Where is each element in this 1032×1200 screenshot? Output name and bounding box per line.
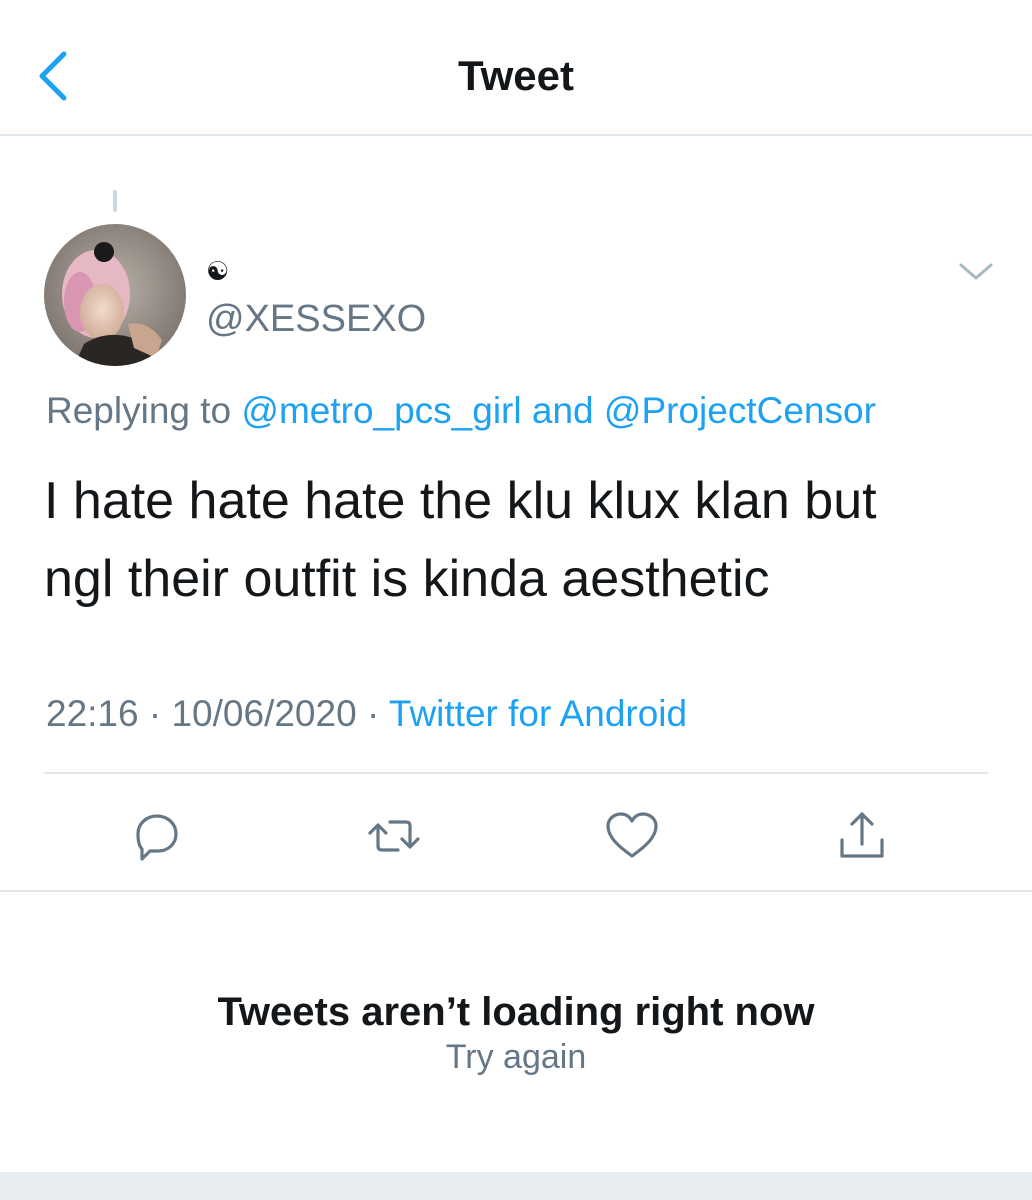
user-handle[interactable]: @XESSEXO — [206, 296, 426, 342]
tweet-source-link[interactable]: Twitter for Android — [389, 693, 687, 734]
like-button[interactable] — [602, 806, 662, 866]
replying-to-label: Replying to — [46, 390, 232, 431]
tweet-options-button[interactable] — [956, 258, 996, 286]
try-again-row: Try again — [0, 1036, 1032, 1078]
page-title: Tweet — [458, 52, 574, 99]
tweet-text-line: I hate hate hate the klu klux klan but — [44, 472, 877, 530]
navigation-header: Tweet — [0, 0, 1032, 136]
reply-button[interactable] — [126, 806, 186, 866]
tweet-text: I hate hate hate the klu klux klan but n… — [44, 462, 994, 618]
reply-icon — [136, 814, 178, 861]
retweet-button[interactable] — [364, 806, 424, 866]
thread-connector-line — [113, 190, 117, 212]
share-icon — [840, 812, 884, 858]
display-name[interactable]: ☯ — [206, 257, 236, 287]
heart-icon — [606, 812, 658, 858]
chevron-down-icon — [959, 263, 993, 280]
divider — [0, 890, 1032, 892]
meta-separator: · — [366, 693, 380, 734]
try-again-button[interactable]: Try again — [446, 1038, 586, 1076]
tweet-text-line: ngl their outfit is kinda aesthetic — [44, 550, 770, 608]
retweet-icon — [368, 820, 420, 852]
bottom-band — [0, 1172, 1032, 1200]
mention-link-metro-pcs-girl[interactable]: @metro_pcs_girl — [241, 390, 521, 431]
divider — [44, 772, 988, 774]
replying-to-line: Replying to @metro_pcs_girl and @Project… — [46, 388, 876, 434]
avatar[interactable] — [44, 224, 186, 366]
tweet-time: 22:16 — [46, 693, 139, 734]
replying-and-connector: and — [531, 390, 594, 431]
error-message: Tweets aren’t loading right now — [217, 990, 815, 1034]
avatar-photo — [44, 224, 186, 366]
share-button[interactable] — [832, 806, 892, 866]
meta-separator: · — [148, 693, 162, 734]
tweet-date: 10/06/2020 — [171, 693, 357, 734]
mention-link-project-censor[interactable]: @ProjectCensor — [604, 390, 876, 431]
tweet-metadata: 22:16 · 10/06/2020 · Twitter for Android — [46, 690, 687, 738]
